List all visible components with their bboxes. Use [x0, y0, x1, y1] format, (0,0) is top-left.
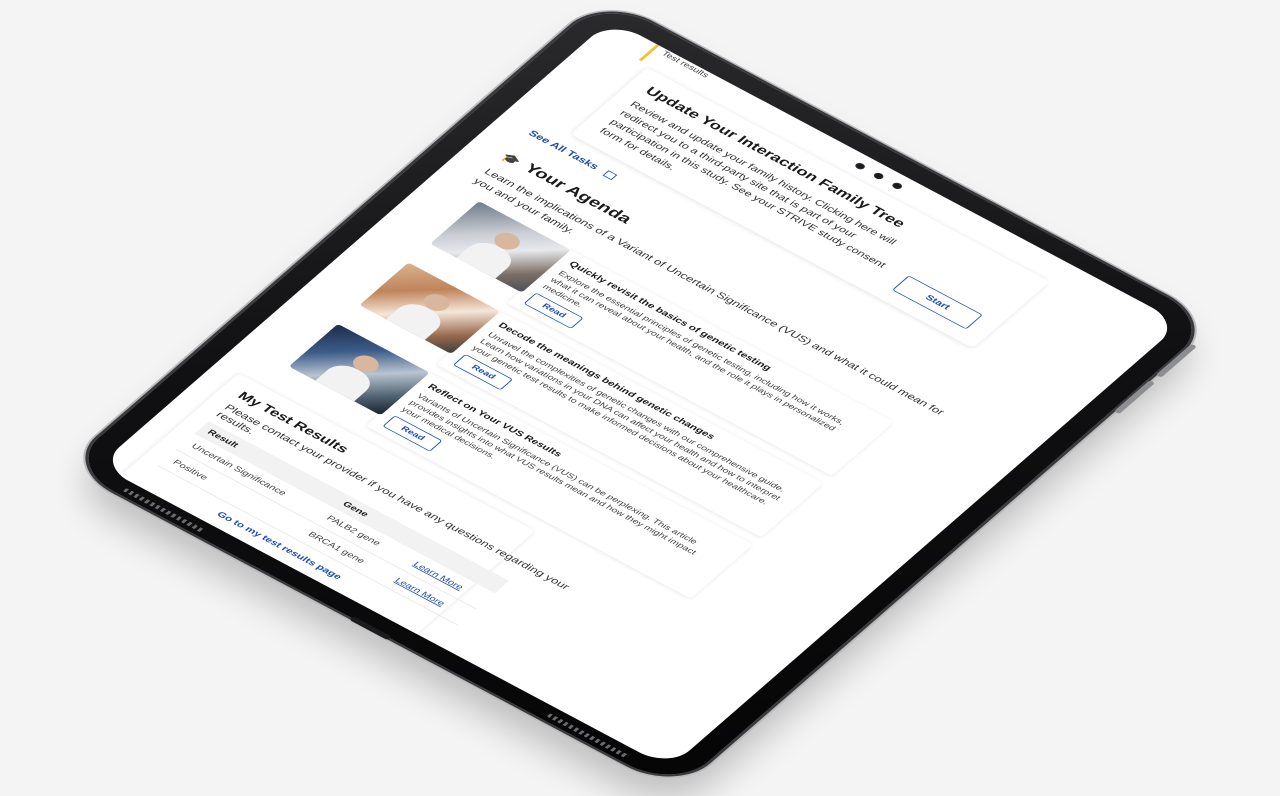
start-button[interactable]: Start: [892, 275, 983, 330]
external-link-icon: [602, 170, 618, 181]
tablet-device: Test results Update Your Interaction Fam…: [66, 0, 1214, 790]
stage: Test results Update Your Interaction Fam…: [0, 0, 1280, 790]
graduation-cap-icon: 🎓: [499, 150, 525, 167]
page-content: Test results Update Your Interaction Fam…: [98, 31, 1162, 768]
tablet-screen: Test results Update Your Interaction Fam…: [98, 19, 1182, 769]
message-study-team-button[interactable]: Message the Study Team: [98, 536, 195, 615]
question-icon: ?: [98, 491, 113, 503]
